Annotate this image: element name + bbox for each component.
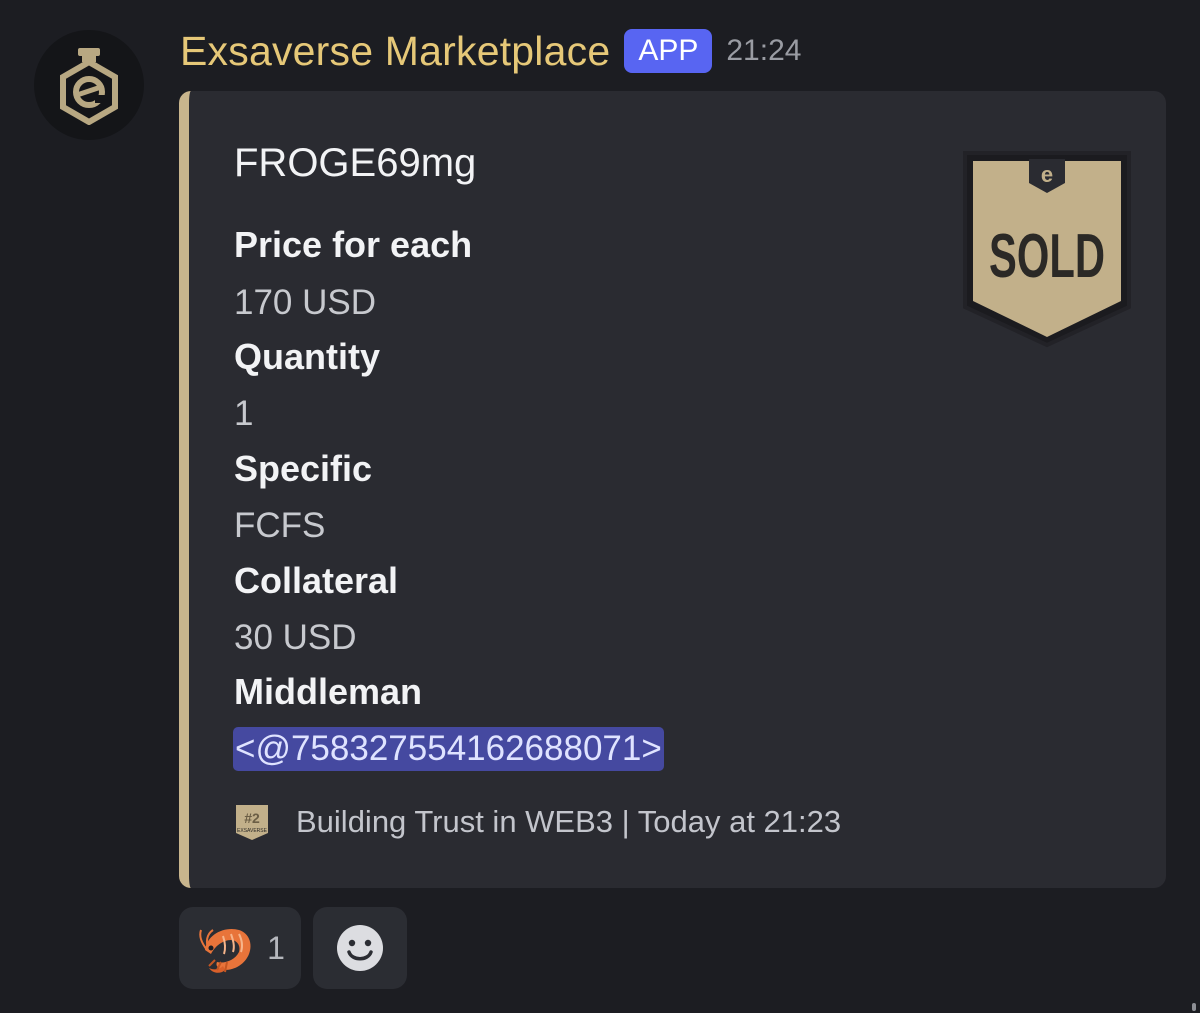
svg-text:EXSAVERSE: EXSAVERSE	[237, 828, 268, 834]
author-avatar[interactable]	[34, 30, 144, 140]
scrollbar-thumb[interactable]	[1192, 1003, 1196, 1011]
reaction-count: 1	[267, 929, 285, 966]
field-value-specific: FCFS	[234, 506, 326, 545]
add-reaction-button[interactable]	[313, 907, 407, 989]
smiley-icon	[337, 925, 383, 971]
message-timestamp[interactable]: 21:24	[726, 34, 801, 68]
message-header: Exsaverse Marketplace APP 21:24	[180, 26, 801, 76]
field-value-price: 170 USD	[234, 283, 377, 322]
embed-footer-text: Building Trust in WEB3 | Today at 21:23	[296, 804, 842, 839]
field-name-quantity: Quantity	[234, 336, 381, 377]
reaction-shrimp[interactable]: 1	[179, 907, 301, 989]
sold-thumbnail[interactable]: e SOLD	[961, 149, 1133, 349]
field-name-price: Price for each	[234, 224, 473, 265]
field-name-specific: Specific	[234, 448, 373, 489]
chat-message: Exsaverse Marketplace APP 21:24 FROGE69m…	[0, 0, 1200, 1013]
field-name-middleman: Middleman	[234, 671, 423, 712]
field-name-collateral: Collateral	[234, 560, 399, 601]
exsaverse-footer-icon: #2 EXSAVERSE	[236, 805, 268, 840]
shrimp-icon	[199, 928, 251, 973]
sold-label: SOLD	[989, 222, 1105, 291]
exsaverse-logo-icon	[60, 48, 118, 125]
svg-text:#2: #2	[244, 810, 260, 826]
author-name[interactable]: Exsaverse Marketplace	[180, 28, 610, 75]
field-value-quantity: 1	[234, 394, 254, 433]
app-badge: APP	[624, 29, 713, 73]
embed-title: FROGE69mg	[234, 141, 477, 185]
field-value-collateral: 30 USD	[234, 618, 357, 657]
embed-card: FROGE69mg Price for each 170 USD Quantit…	[179, 91, 1166, 888]
embed-footer: #2 EXSAVERSE Building Trust in WEB3 | To…	[234, 803, 841, 841]
user-mention[interactable]: <@758327554162688071>	[233, 727, 664, 771]
svg-text:e: e	[1041, 162, 1053, 187]
reaction-bar: 1	[179, 907, 407, 989]
